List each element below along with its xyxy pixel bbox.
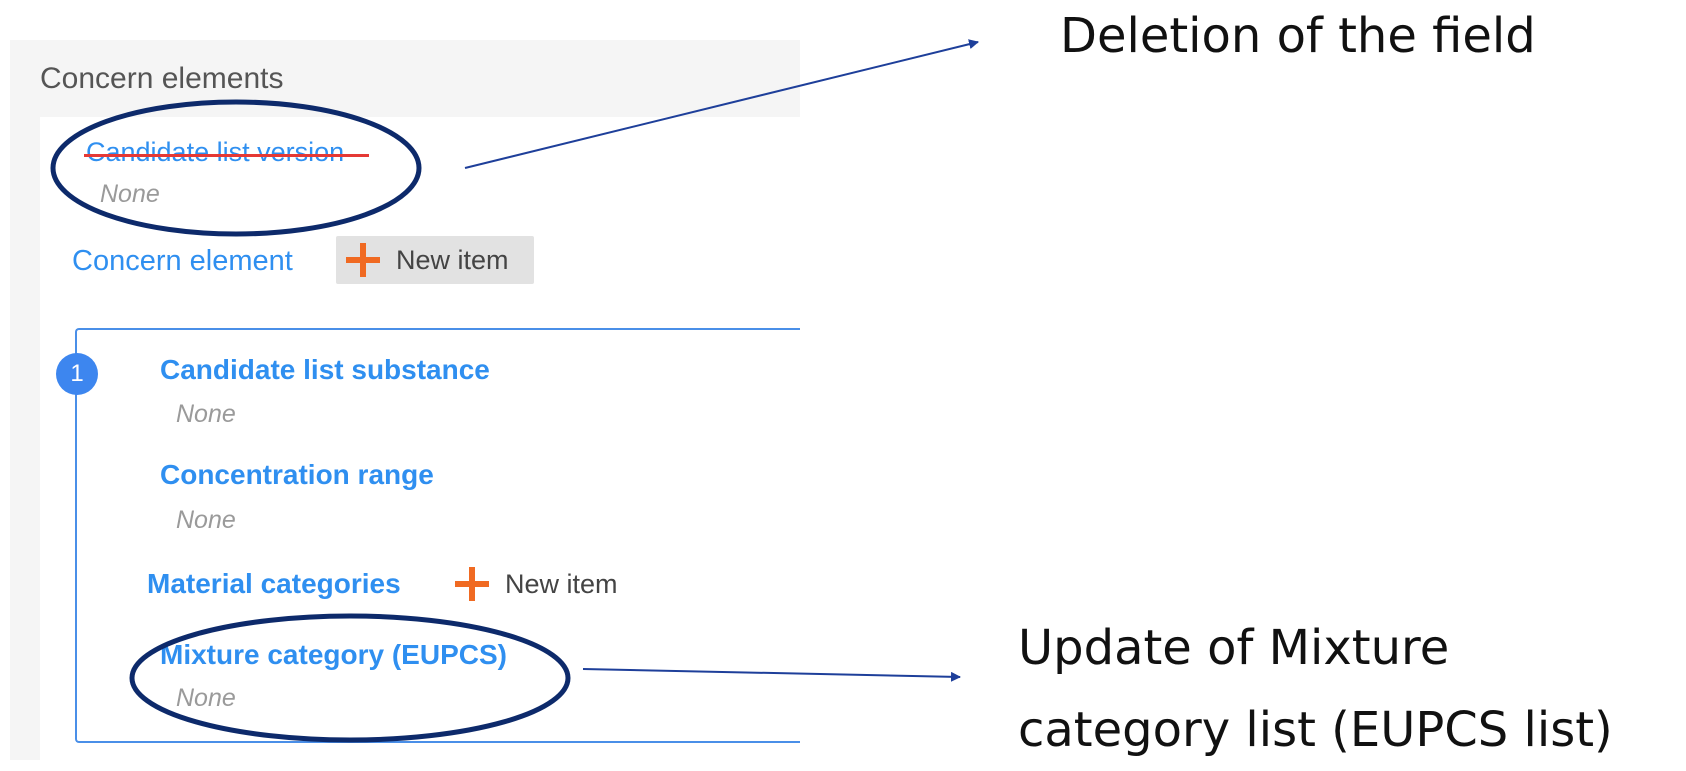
update-annotation-line1: Update of Mixture (1018, 620, 1450, 676)
item-number-badge: 1 (56, 353, 98, 395)
candidate-list-version-value: None (100, 180, 160, 208)
candidate-list-substance-label: Candidate list substance (160, 354, 490, 385)
material-categories-label: Material categories (147, 568, 401, 599)
section-title: Concern elements (40, 62, 284, 95)
concentration-range-value: None (176, 506, 236, 534)
candidate-list-substance-value: None (176, 400, 236, 428)
concern-element-label: Concern element (72, 245, 293, 277)
mixture-category-label: Mixture category (EUPCS) (160, 639, 507, 670)
update-annotation-line2: category list (EUPCS list) (1018, 702, 1613, 758)
new-item-label: New item (505, 568, 618, 599)
concern-element-new-item-button[interactable]: New item (336, 236, 534, 284)
candidate-list-version-label: Candidate list version (86, 137, 345, 167)
deletion-annotation: Deletion of the field (1060, 8, 1536, 64)
mixture-category-value: None (176, 684, 236, 712)
concentration-range-label: Concentration range (160, 459, 434, 490)
deletion-strikethrough (84, 154, 369, 157)
plus-icon (455, 567, 489, 601)
material-categories-new-item-button[interactable]: New item (455, 560, 655, 608)
concern-element-item (75, 328, 800, 743)
new-item-label: New item (396, 244, 509, 275)
plus-icon (346, 243, 380, 277)
